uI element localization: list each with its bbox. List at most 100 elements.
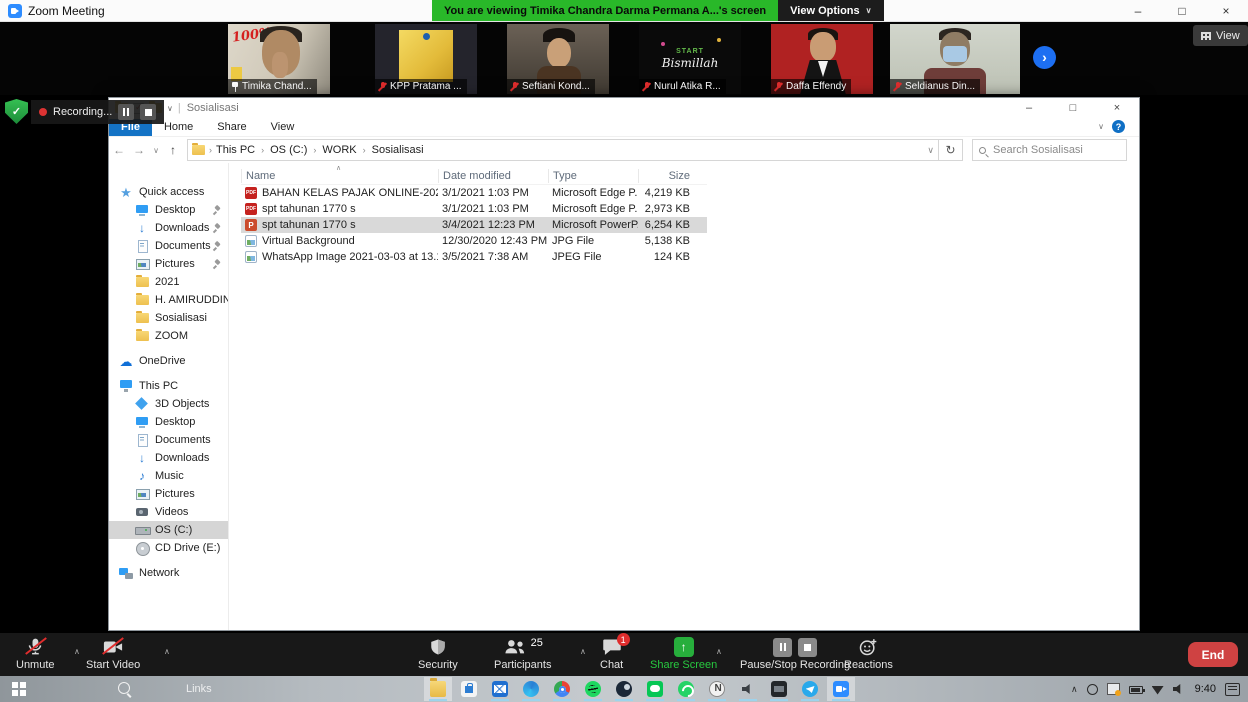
file-row[interactable]: PDF spt tahunan 1770 s 3/1/2021 1:03 PM … bbox=[241, 201, 707, 217]
sidebar-item-desktop-pc[interactable]: Desktop bbox=[109, 413, 228, 431]
column-header-type[interactable]: Type bbox=[548, 169, 638, 183]
video-options-chevron-icon[interactable]: ∧ bbox=[164, 647, 170, 656]
back-button[interactable]: ← bbox=[109, 143, 129, 157]
sidebar-item-this-pc[interactable]: This PC bbox=[109, 377, 228, 395]
participants-button[interactable]: 25 Participants ∧ bbox=[494, 637, 551, 671]
sidebar-item-h-amiruddin[interactable]: H. AMIRUDDIN bbox=[109, 291, 228, 309]
column-header-size[interactable]: Size bbox=[638, 169, 696, 183]
stop-recording-icon[interactable] bbox=[798, 638, 817, 657]
help-icon[interactable]: ? bbox=[1112, 120, 1125, 133]
minimize-button[interactable]: – bbox=[1116, 0, 1160, 22]
taskbar-search-icon[interactable] bbox=[118, 682, 130, 694]
sidebar-item-desktop[interactable]: Desktop bbox=[109, 201, 228, 219]
breadcrumb-sosialisasi[interactable]: Sosialisasi bbox=[372, 144, 424, 156]
sidebar-item-documents[interactable]: Documents bbox=[109, 237, 228, 255]
sidebar-item-music[interactable]: ♪ Music bbox=[109, 467, 228, 485]
tray-notification-icon[interactable] bbox=[1107, 683, 1120, 695]
explorer-close-button[interactable]: × bbox=[1095, 98, 1139, 118]
participant-tile-kpp[interactable]: KPP Pratama ... bbox=[375, 24, 477, 94]
sidebar-item-videos[interactable]: Videos bbox=[109, 503, 228, 521]
security-button[interactable]: Security bbox=[418, 637, 458, 671]
forward-button[interactable]: → bbox=[129, 143, 149, 157]
audio-options-chevron-icon[interactable]: ∧ bbox=[74, 647, 80, 656]
sidebar-item-os-c[interactable]: OS (C:) bbox=[109, 521, 228, 539]
battery-icon[interactable] bbox=[1129, 686, 1143, 694]
participant-tile-seldianus[interactable]: Seldianus Din... bbox=[890, 24, 1020, 94]
taskbar-nox-icon[interactable] bbox=[703, 677, 731, 701]
view-layout-button[interactable]: View bbox=[1193, 25, 1248, 46]
taskbar-steam-icon[interactable] bbox=[610, 677, 638, 701]
sidebar-item-sosialisasi[interactable]: Sosialisasi bbox=[109, 309, 228, 327]
pause-stop-recording-button[interactable]: Pause/Stop Recording bbox=[740, 637, 850, 671]
search-input[interactable] bbox=[991, 143, 1120, 157]
taskbar-audio-app-icon[interactable] bbox=[734, 677, 762, 701]
taskbar-telegram-icon[interactable] bbox=[796, 677, 824, 701]
recent-locations-chevron-icon[interactable]: ∨ bbox=[149, 146, 163, 155]
sidebar-item-cd-drive[interactable]: CD Drive (E:) bbox=[109, 539, 228, 557]
participant-tile-nurul[interactable]: START Bismillah Nurul Atika R... bbox=[639, 24, 741, 94]
search-box[interactable] bbox=[972, 139, 1127, 161]
sidebar-item-pictures-pc[interactable]: Pictures bbox=[109, 485, 228, 503]
participant-tile-timika[interactable]: 100% Timika Chand... bbox=[228, 24, 330, 94]
sidebar-item-zoom[interactable]: ZOOM bbox=[109, 327, 228, 345]
file-row[interactable]: PDF BAHAN KELAS PAJAK ONLINE-2020 new 3/… bbox=[241, 185, 707, 201]
collapse-ribbon-chevron-icon[interactable]: ∨ bbox=[1098, 122, 1104, 131]
up-button[interactable]: ↑ bbox=[163, 143, 183, 157]
sidebar-item-documents-pc[interactable]: Documents bbox=[109, 431, 228, 449]
file-row[interactable]: WhatsApp Image 2021-03-03 at 13.19.18 3/… bbox=[241, 249, 707, 265]
maximize-button[interactable]: □ bbox=[1160, 0, 1204, 22]
volume-icon[interactable] bbox=[1173, 683, 1186, 695]
start-video-button[interactable]: Start Video ∧ bbox=[86, 637, 140, 671]
links-toolbar-label[interactable]: Links bbox=[186, 683, 212, 695]
stop-recording-button[interactable] bbox=[140, 104, 156, 120]
participant-tile-daffa[interactable]: Daffa Effendy bbox=[771, 24, 873, 94]
tray-app-icon[interactable] bbox=[1087, 684, 1098, 695]
pause-recording-button[interactable] bbox=[118, 104, 134, 120]
chat-button[interactable]: 1 Chat bbox=[600, 637, 623, 671]
address-dropdown-chevron-icon[interactable]: ∨ bbox=[927, 145, 934, 156]
explorer-maximize-button[interactable]: □ bbox=[1051, 98, 1095, 118]
end-meeting-button[interactable]: End bbox=[1188, 642, 1238, 667]
tray-expand-chevron-icon[interactable]: ∧ bbox=[1071, 684, 1078, 695]
close-button[interactable]: × bbox=[1204, 0, 1248, 22]
next-participants-button[interactable]: › bbox=[1033, 46, 1056, 69]
sidebar-item-downloads-pc[interactable]: ↓ Downloads bbox=[109, 449, 228, 467]
participants-chevron-icon[interactable]: ∧ bbox=[580, 647, 586, 656]
sidebar-item-pictures[interactable]: Pictures bbox=[109, 255, 228, 273]
taskbar-spotify-icon[interactable] bbox=[579, 677, 607, 701]
refresh-button[interactable]: ↻ bbox=[939, 139, 963, 161]
explorer-minimize-button[interactable]: – bbox=[1007, 98, 1051, 118]
tab-share[interactable]: Share bbox=[205, 119, 258, 136]
sidebar-item-3d-objects[interactable]: 3D Objects bbox=[109, 395, 228, 413]
taskbar-zoom-icon[interactable] bbox=[827, 677, 855, 701]
breadcrumb-this-pc[interactable]: This PC bbox=[216, 144, 255, 156]
view-options-button[interactable]: View Options ∨ bbox=[778, 0, 883, 21]
sidebar-item-network[interactable]: Network bbox=[109, 564, 228, 582]
taskbar-line-icon[interactable] bbox=[641, 677, 669, 701]
customize-qat-chevron-icon[interactable]: ∨ bbox=[167, 104, 173, 113]
tab-view[interactable]: View bbox=[259, 119, 307, 136]
action-center-icon[interactable] bbox=[1225, 683, 1240, 696]
share-screen-button[interactable]: ↑ Share Screen ∧ bbox=[650, 637, 717, 671]
wifi-icon[interactable] bbox=[1152, 685, 1164, 695]
reactions-button[interactable]: Reactions bbox=[844, 637, 893, 671]
taskbar-chrome-icon[interactable] bbox=[548, 677, 576, 701]
file-row[interactable]: Virtual Background 12/30/2020 12:43 PM J… bbox=[241, 233, 707, 249]
address-bar[interactable]: › This PC › OS (C:) › WORK › Sosialisasi… bbox=[187, 139, 939, 161]
file-row-selected[interactable]: P spt tahunan 1770 s 3/4/2021 12:23 PM M… bbox=[241, 217, 707, 233]
meeting-security-shield-icon[interactable]: ✓ bbox=[5, 99, 28, 124]
taskbar-clock[interactable]: 9:40 bbox=[1195, 683, 1216, 695]
taskbar-file-explorer-icon[interactable] bbox=[424, 677, 452, 701]
taskbar-video-app-icon[interactable] bbox=[765, 677, 793, 701]
sidebar-item-onedrive[interactable]: ☁ OneDrive bbox=[109, 352, 228, 370]
taskbar-mail-icon[interactable] bbox=[486, 677, 514, 701]
breadcrumb-work[interactable]: WORK bbox=[322, 144, 356, 156]
taskbar-store-icon[interactable] bbox=[455, 677, 483, 701]
breadcrumb-os-c[interactable]: OS (C:) bbox=[270, 144, 307, 156]
sidebar-item-downloads[interactable]: ↓ Downloads bbox=[109, 219, 228, 237]
unmute-button[interactable]: Unmute ∧ bbox=[16, 637, 55, 671]
taskbar-whatsapp-icon[interactable] bbox=[672, 677, 700, 701]
participant-tile-seftiani[interactable]: Seftiani Kond... bbox=[507, 24, 609, 94]
pause-recording-icon[interactable] bbox=[773, 638, 792, 657]
taskbar-edge-icon[interactable] bbox=[517, 677, 545, 701]
